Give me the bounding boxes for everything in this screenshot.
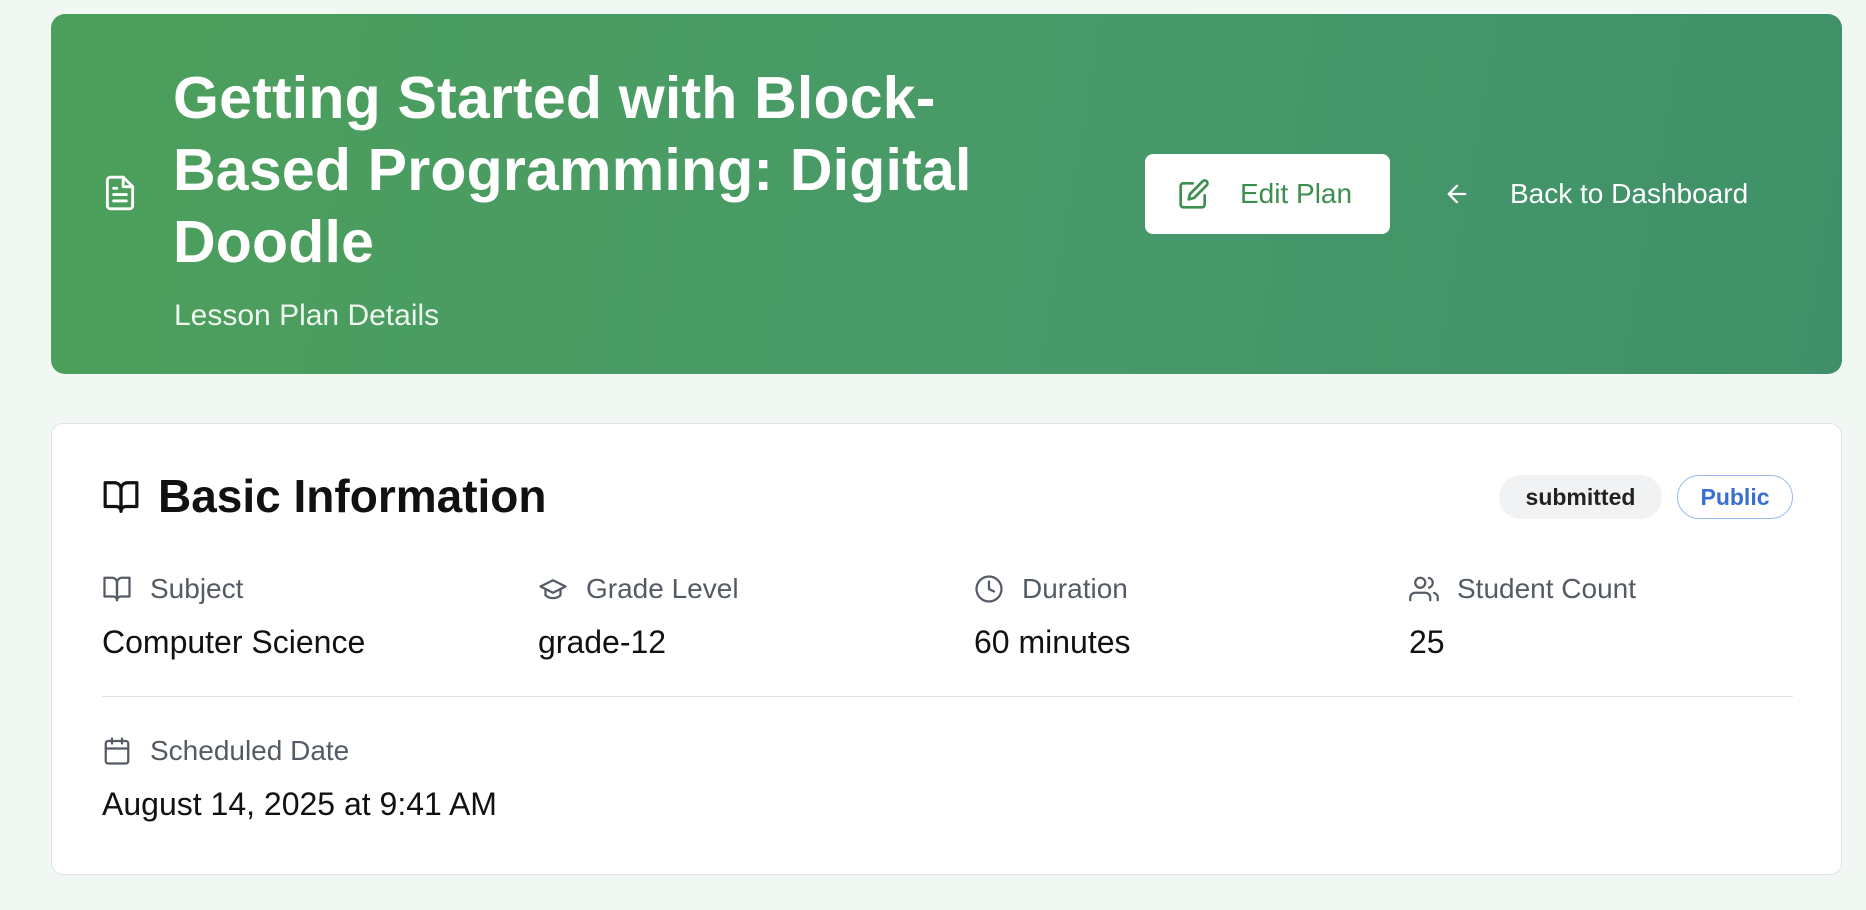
back-to-dashboard-label: Back to Dashboard [1510, 178, 1749, 209]
users-icon [1409, 576, 1439, 602]
edit-plan-button[interactable]: Edit Plan [1145, 154, 1390, 234]
edit-icon [1179, 179, 1209, 209]
subject-label: Subject [150, 573, 244, 604]
grade-level-value: grade-12 [538, 624, 667, 660]
clock-icon [975, 575, 1003, 603]
section-divider [102, 696, 1793, 697]
lesson-header-banner: Getting Started with Block-Based Program… [51, 14, 1842, 374]
student-count-label: Student Count [1457, 573, 1637, 604]
student-count-value: 25 [1409, 624, 1445, 660]
scheduled-date-value: August 14, 2025 at 9:41 AM [102, 786, 497, 822]
page-title: Getting Started with Block-Based Program… [173, 65, 972, 275]
page-subtitle: Lesson Plan Details [174, 299, 440, 332]
status-badge: submitted [1499, 475, 1662, 519]
grade-level-label: Grade Level [586, 573, 739, 604]
calendar-icon [104, 737, 130, 765]
duration-value: 60 minutes [974, 624, 1131, 660]
scheduled-date-label: Scheduled Date [150, 735, 350, 766]
book-open-icon [103, 481, 139, 513]
document-icon [105, 175, 135, 211]
subject-value: Computer Science [102, 624, 366, 660]
duration-label: Duration [1022, 573, 1128, 604]
graduation-cap-icon [539, 579, 567, 600]
edit-plan-label: Edit Plan [1240, 178, 1353, 209]
book-icon [103, 576, 131, 602]
section-title: Basic Information [158, 470, 547, 522]
visibility-badge: Public [1677, 475, 1793, 519]
back-to-dashboard-button[interactable]: Back to Dashboard [1441, 154, 1811, 234]
basic-information-card: Basic Information submitted Public Subje… [51, 423, 1842, 875]
arrow-left-icon [1447, 184, 1467, 204]
